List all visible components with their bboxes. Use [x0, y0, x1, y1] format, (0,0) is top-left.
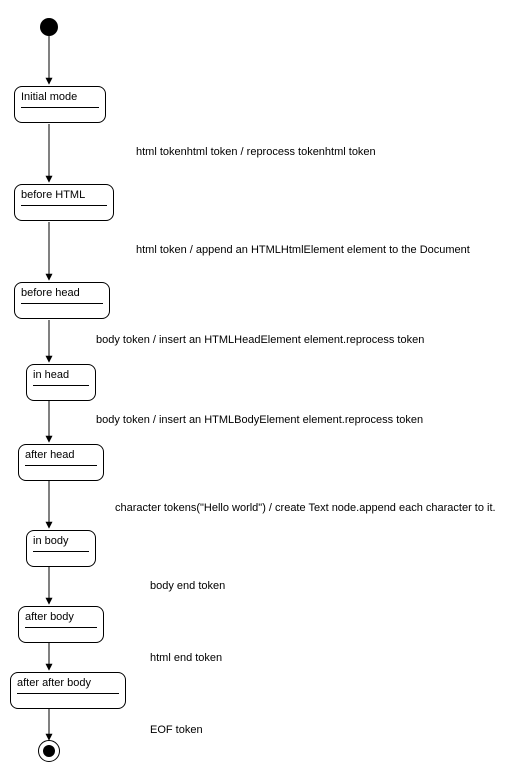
- state-in-body: in body: [26, 530, 96, 567]
- transition-label: character tokens("Hello world") / create…: [115, 502, 496, 514]
- transition-label: html tokenhtml token / reprocess tokenht…: [136, 146, 376, 158]
- state-before-html: before HTML: [14, 184, 114, 221]
- state-label: before HTML: [21, 189, 107, 203]
- state-label: before head: [21, 287, 103, 301]
- state-label: after body: [25, 611, 97, 625]
- state-label: after after body: [17, 677, 119, 691]
- transition-label: body token / insert an HTMLBodyElement e…: [96, 414, 423, 426]
- transition-label: html end token: [150, 652, 222, 664]
- state-after-body: after body: [18, 606, 104, 643]
- transition-label: body token / insert an HTMLHeadElement e…: [96, 334, 424, 346]
- state-diagram: Initial mode html tokenhtml token / repr…: [0, 0, 532, 769]
- transition-label: html token / append an HTMLHtmlElement e…: [136, 244, 470, 256]
- state-initial-mode: Initial mode: [14, 86, 106, 123]
- state-after-after-body: after after body: [10, 672, 126, 709]
- state-label: after head: [25, 449, 97, 463]
- end-node: [38, 740, 60, 762]
- start-node: [40, 18, 58, 36]
- state-label: in head: [33, 369, 89, 383]
- transition-label: EOF token: [150, 724, 203, 736]
- transition-label: body end token: [150, 580, 225, 592]
- state-label: in body: [33, 535, 89, 549]
- state-in-head: in head: [26, 364, 96, 401]
- state-label: Initial mode: [21, 91, 99, 105]
- state-before-head: before head: [14, 282, 110, 319]
- state-after-head: after head: [18, 444, 104, 481]
